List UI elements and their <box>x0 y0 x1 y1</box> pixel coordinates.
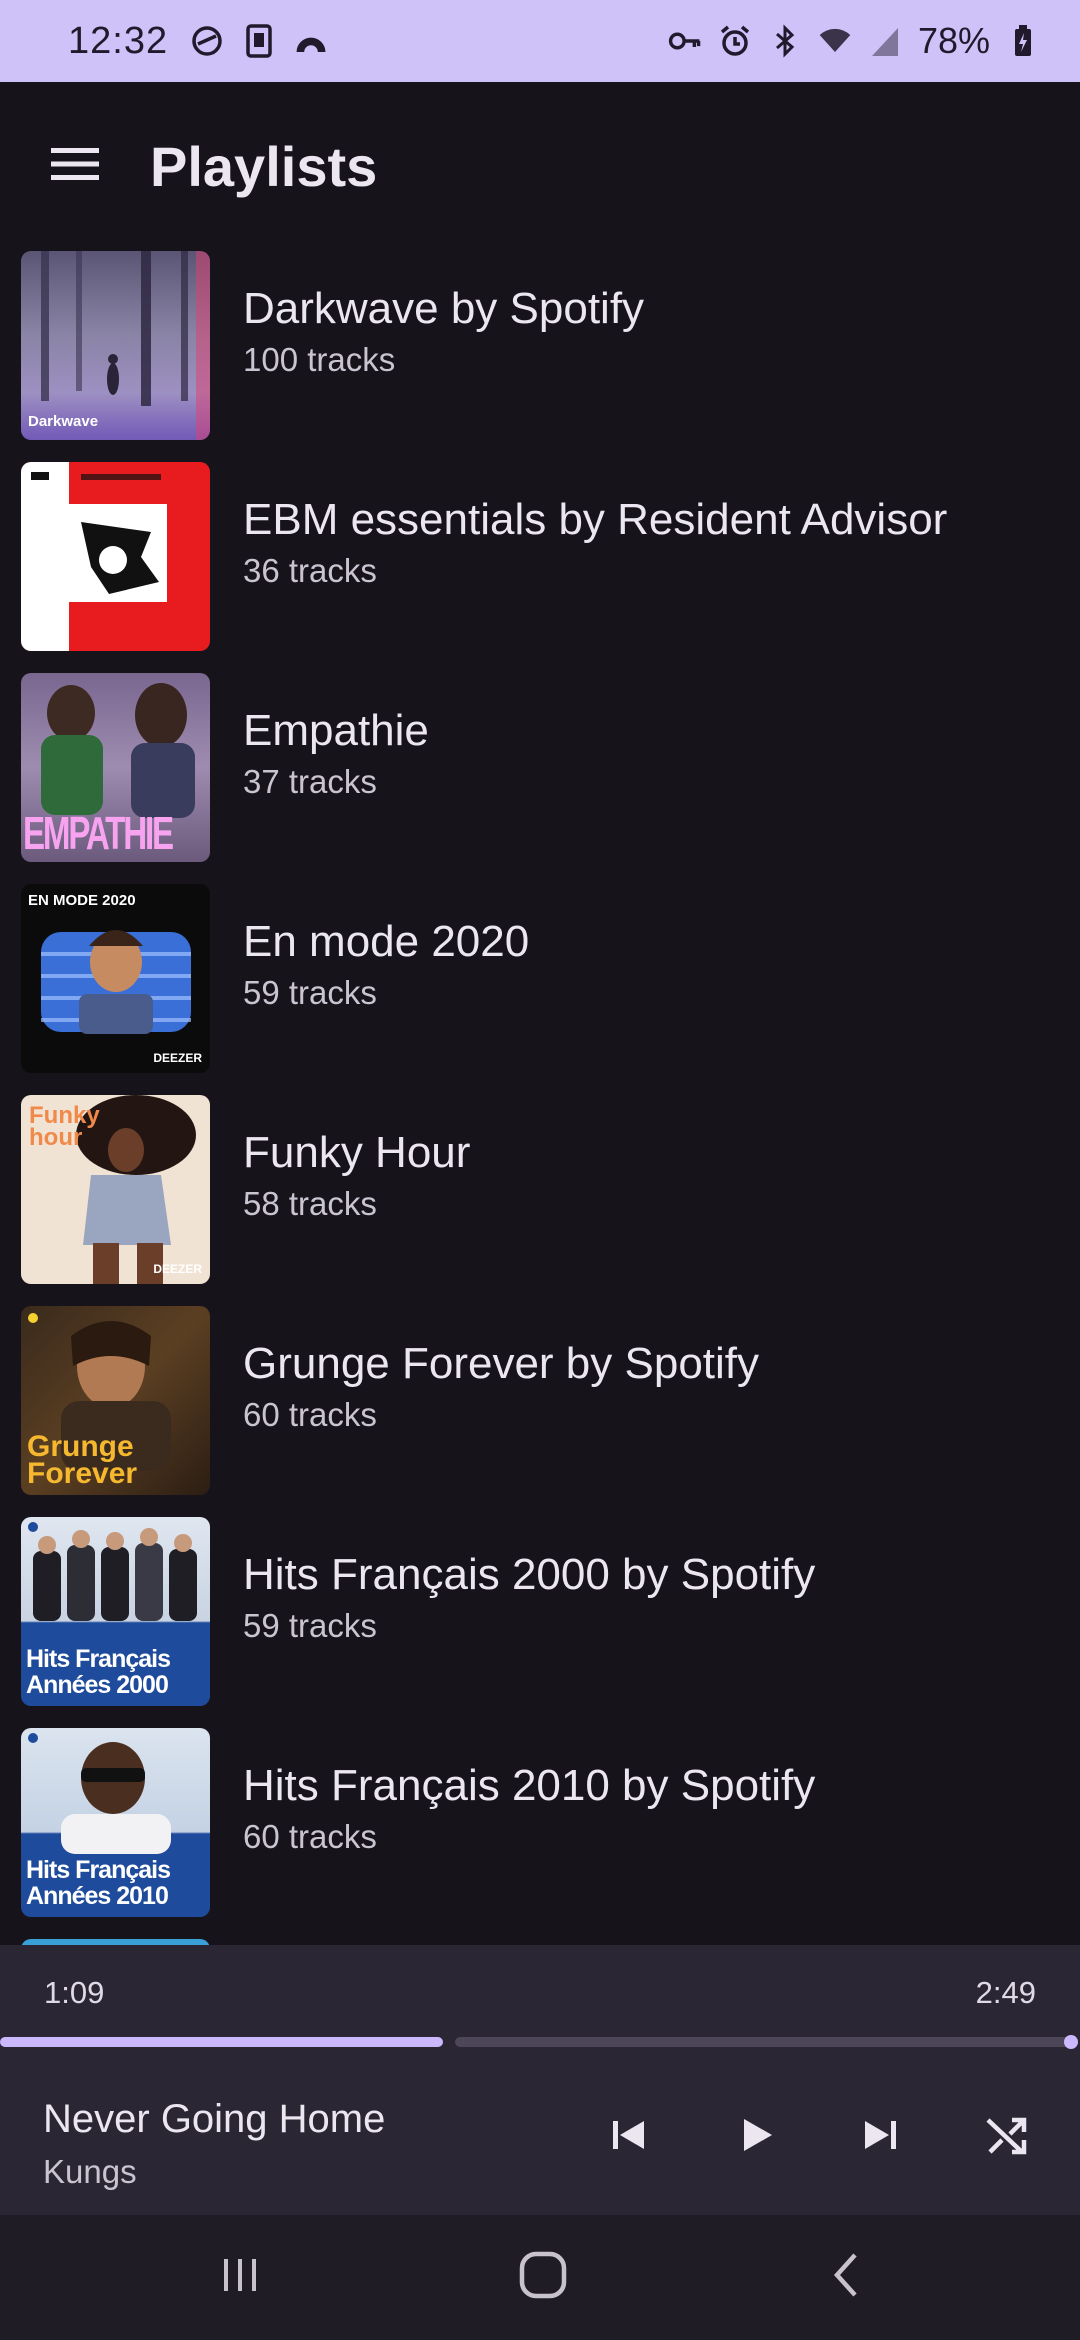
bluetooth-icon <box>768 24 802 58</box>
playlist-cover: EMPATHIE <box>21 673 210 862</box>
playlist-item-empathie[interactable]: EMPATHIE Empathie 37 tracks <box>0 672 1080 883</box>
cover-brand: DEEZER <box>153 1051 202 1065</box>
recent-apps-icon <box>218 2253 262 2302</box>
playlist-title: Darkwave by Spotify <box>243 284 645 333</box>
back-button[interactable] <box>805 2245 885 2309</box>
status-left-icons <box>190 24 328 58</box>
rainbow-icon <box>294 24 328 58</box>
playlist-track-count: 37 tracks <box>243 763 377 800</box>
cover-text: Hits Français Années 2000 <box>26 1645 171 1699</box>
playlist-title: Hits Français 2000 by Spotify <box>243 1550 816 1599</box>
recent-apps-button[interactable] <box>200 2245 280 2309</box>
playlist-cover: Darkwave <box>21 251 210 440</box>
playlist-item-funky-hour[interactable]: Funky hour DEEZER Funky Hour 58 tracks <box>0 1094 1080 1305</box>
playlist-item-en-mode-2020[interactable]: EN MODE 2020 DEEZER En mode 2020 59 trac… <box>0 883 1080 1094</box>
playlist-title: En mode 2020 <box>243 917 530 966</box>
seek-bar-remaining <box>455 2037 1076 2047</box>
menu-icon <box>50 146 100 187</box>
skip-next-icon <box>861 2115 901 2160</box>
seek-bar-played <box>0 2037 443 2047</box>
play-button[interactable] <box>721 2102 791 2172</box>
total-time: 2:49 <box>975 1975 1036 2010</box>
status-bar: 12:32 78% <box>0 0 1080 82</box>
skip-previous-button[interactable] <box>593 2102 663 2172</box>
shuffle-button[interactable] <box>972 2102 1042 2172</box>
playlist-cover <box>21 462 210 651</box>
playlist-cover: Hits Français Années 2010 <box>21 1728 210 1917</box>
playlist-track-count: 58 tracks <box>243 1185 377 1222</box>
playlist-title: Empathie <box>243 706 429 755</box>
alarm-icon <box>718 24 752 58</box>
playlist-cover: Funky hour DEEZER <box>21 1095 210 1284</box>
shuffle-icon <box>984 2112 1030 2163</box>
playlist-item-partial[interactable] <box>0 1938 1080 1945</box>
cover-text: Hits Français Années 2010 <box>26 1856 171 1910</box>
playlist-item-darkwave[interactable]: Darkwave Darkwave by Spotify 100 tracks <box>0 250 1080 461</box>
cover-text: Grunge Forever <box>27 1430 138 1490</box>
playlist-title: Grunge Forever by Spotify <box>243 1339 760 1388</box>
sim-icon <box>242 24 276 58</box>
status-right-icons: 78% <box>668 20 1040 62</box>
playlist-track-count: 59 tracks <box>243 974 377 1011</box>
cast-icon <box>190 24 224 58</box>
playlist-list[interactable]: Darkwave Darkwave by Spotify 100 tracks … <box>0 250 1080 1945</box>
playlist-track-count: 60 tracks <box>243 1818 377 1855</box>
playlist-cover: Grunge Forever <box>21 1306 210 1495</box>
cover-brand: DEEZER <box>153 1262 202 1276</box>
signal-icon <box>868 24 902 58</box>
home-button[interactable] <box>503 2245 583 2309</box>
song-title: Never Going Home <box>43 2097 386 2141</box>
mini-player: 1:09 2:49 Never Going Home Kungs <box>0 1945 1080 2215</box>
cover-text: EMPATHIE <box>23 807 174 859</box>
playlist-track-count: 60 tracks <box>243 1396 377 1433</box>
battery-percent: 78% <box>917 20 990 61</box>
current-time: 1:09 <box>44 1975 105 2010</box>
app-bar: Playlists <box>0 82 1080 250</box>
seek-bar[interactable] <box>0 2027 1080 2057</box>
home-icon <box>518 2250 568 2305</box>
playlist-title: Hits Français 2010 by Spotify <box>243 1761 816 1810</box>
skip-previous-icon <box>608 2115 648 2160</box>
battery-charging-icon <box>1006 24 1040 58</box>
skip-next-button[interactable] <box>846 2102 916 2172</box>
playlist-cover: EN MODE 2020 DEEZER <box>21 884 210 1073</box>
vpn-key-icon <box>668 24 702 58</box>
cover-text: EN MODE 2020 <box>28 892 136 909</box>
playlist-title: EBM essentials by Resident Advisor <box>243 495 948 544</box>
cover-text: Funky hour <box>29 1102 100 1151</box>
page-title: Playlists <box>150 134 378 198</box>
playlist-item-ebm-essentials[interactable]: EBM essentials by Resident Advisor 36 tr… <box>0 461 1080 672</box>
status-time: 12:32 <box>68 19 169 62</box>
playlist-cover: Hits Français Années 2000 <box>21 1517 210 1706</box>
seek-bar-end-dot <box>1064 2035 1078 2049</box>
playlist-item-grunge-forever[interactable]: Grunge Forever Grunge Forever by Spotify… <box>0 1305 1080 1516</box>
play-icon <box>736 2115 776 2160</box>
wifi-icon <box>818 24 852 58</box>
now-playing[interactable]: Never Going Home Kungs <box>0 2057 1080 2215</box>
playlist-track-count: 100 tracks <box>243 341 396 378</box>
playlist-track-count: 36 tracks <box>243 552 377 589</box>
system-nav-bar <box>0 2215 1080 2340</box>
playlist-item-hits-francais-2010[interactable]: Hits Français Années 2010 Hits Français … <box>0 1727 1080 1938</box>
back-icon <box>825 2250 865 2305</box>
playlist-track-count: 59 tracks <box>243 1607 377 1644</box>
playlist-title: Funky Hour <box>243 1128 471 1177</box>
cover-text: Darkwave <box>28 413 99 430</box>
playlist-item-hits-francais-2000[interactable]: Hits Français Années 2000 Hits Français … <box>0 1516 1080 1727</box>
menu-button[interactable] <box>0 82 150 250</box>
song-artist: Kungs <box>43 2153 137 2190</box>
